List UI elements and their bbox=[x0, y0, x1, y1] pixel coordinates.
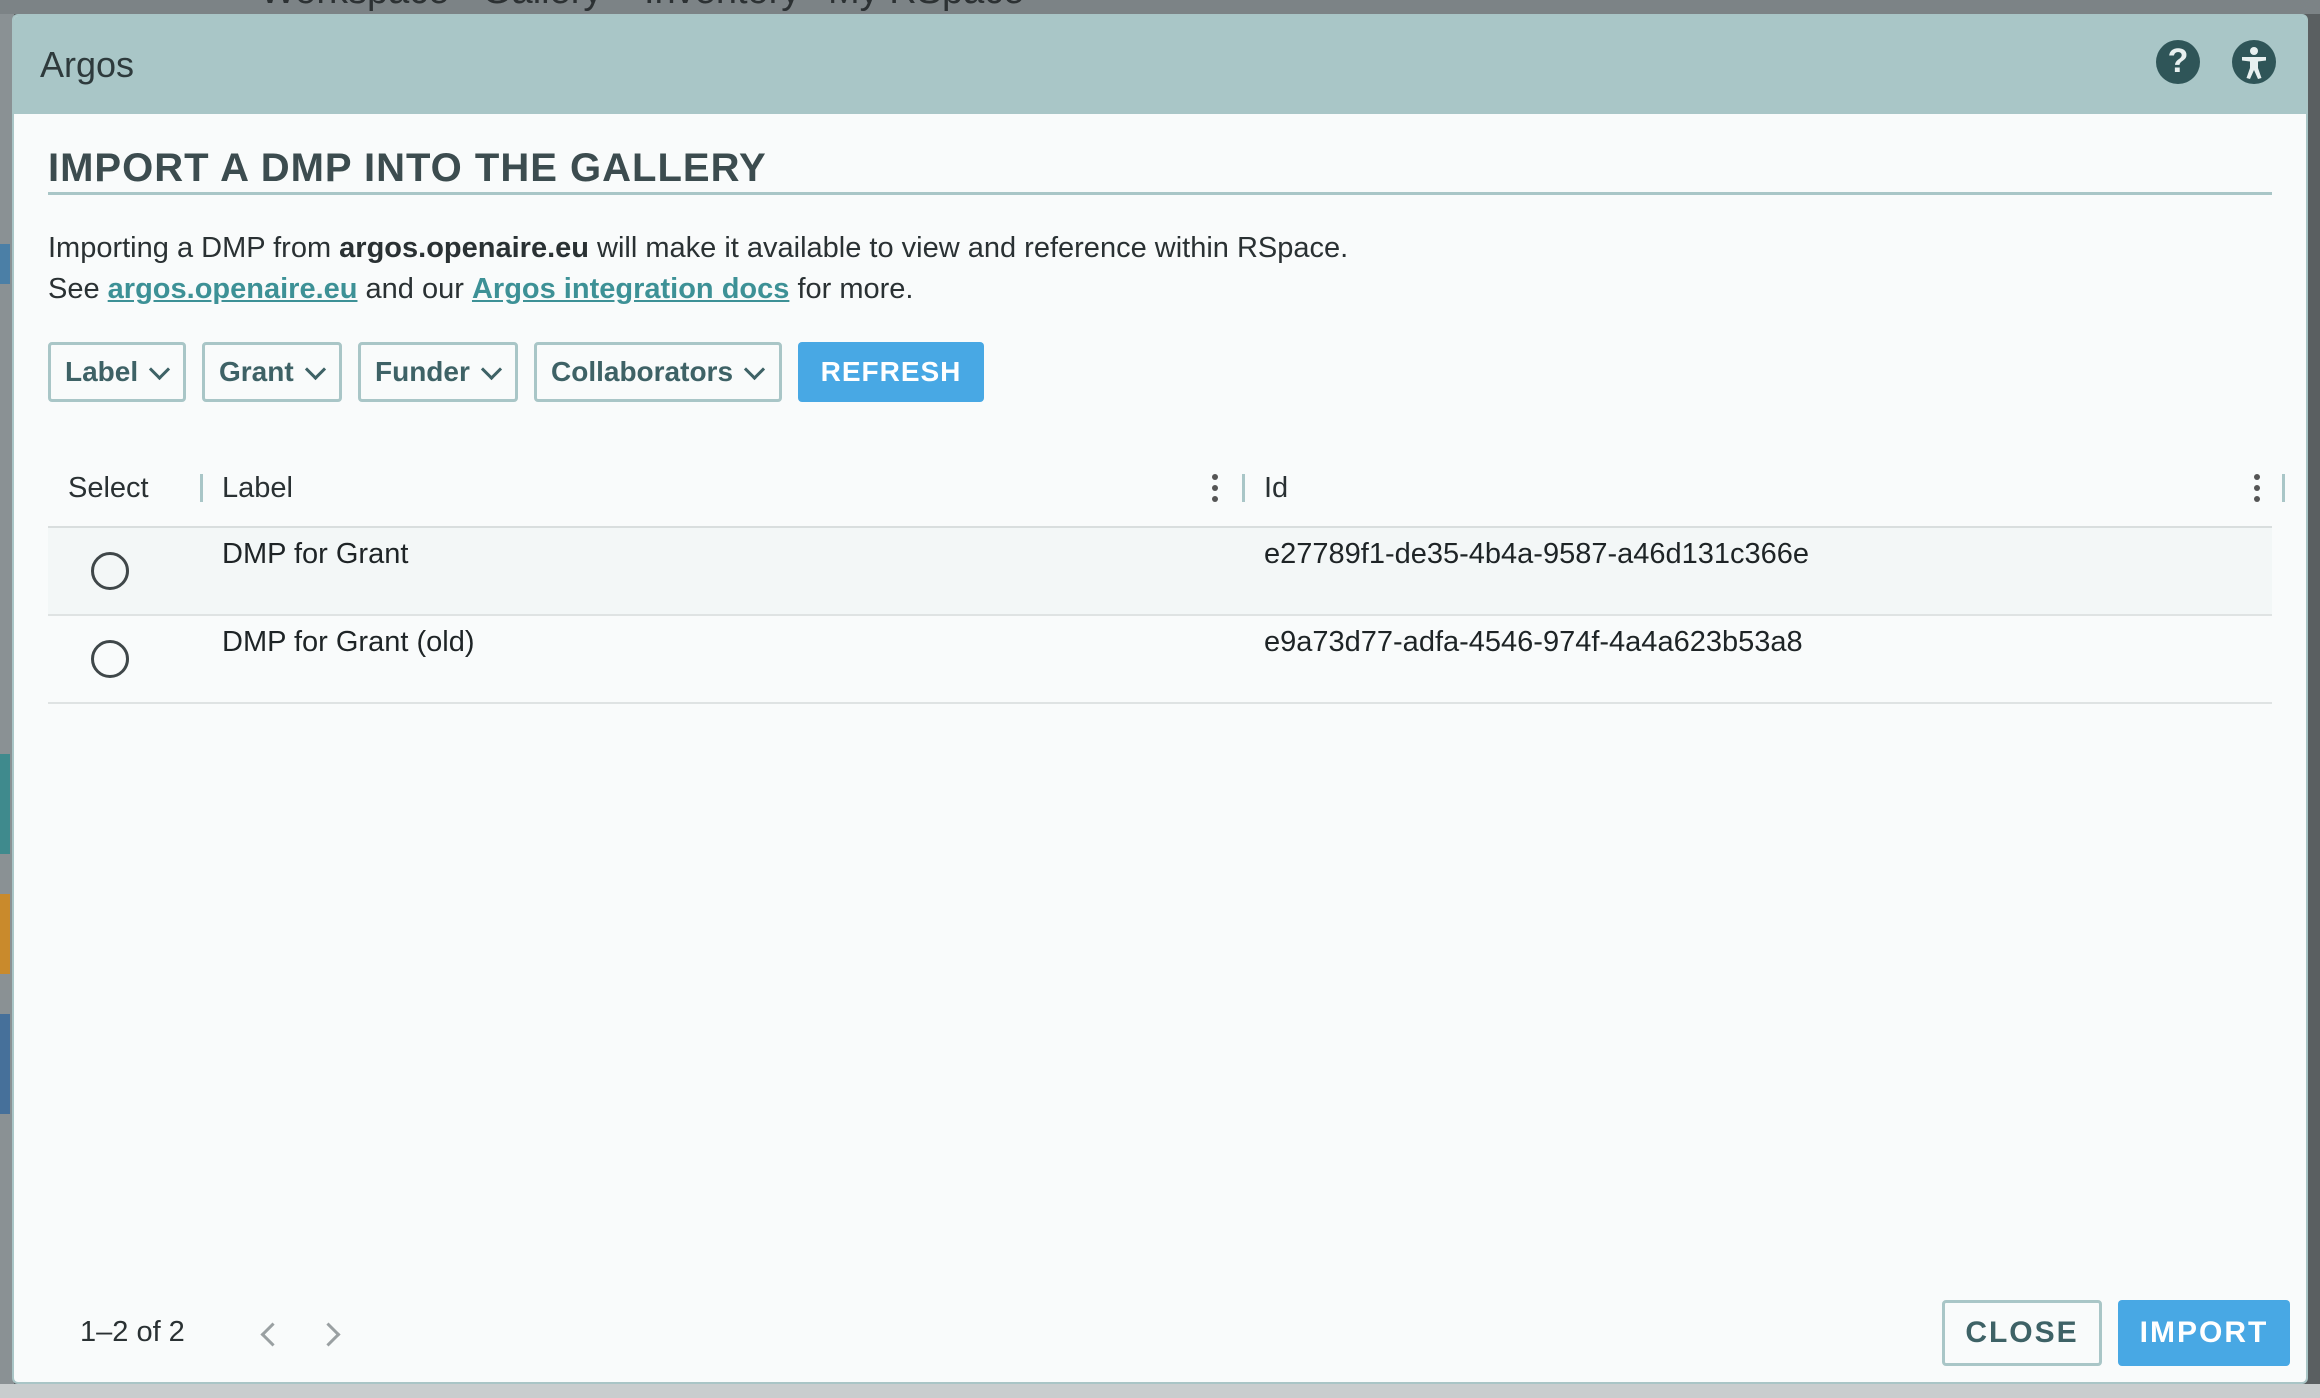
filter-grant-button[interactable]: Grant bbox=[202, 342, 342, 402]
refresh-button[interactable]: REFRESH bbox=[798, 342, 984, 402]
accessibility-icon[interactable] bbox=[2232, 40, 2276, 84]
chevron-down-icon bbox=[480, 358, 502, 380]
background-footer bbox=[0, 1384, 2320, 1398]
filter-collaborators-text: Collaborators bbox=[551, 356, 734, 387]
argos-docs-link[interactable]: Argos integration docs bbox=[472, 273, 789, 305]
filter-funder-button[interactable]: Funder bbox=[358, 342, 518, 402]
row-select-radio[interactable] bbox=[91, 640, 129, 678]
import-button[interactable]: IMPORT bbox=[2118, 1300, 2290, 1366]
bg-nav-workspace: Workspace bbox=[260, 0, 449, 13]
column-header-label[interactable]: Label bbox=[222, 472, 293, 505]
filter-collaborators-button[interactable]: Collaborators bbox=[534, 342, 782, 402]
argos-site-link[interactable]: argos.openaire.eu bbox=[108, 273, 358, 305]
chevron-down-icon bbox=[743, 358, 766, 380]
help-icon[interactable]: ? bbox=[2156, 40, 2200, 84]
dialog-header: Argos ? bbox=[14, 16, 2306, 114]
chevron-down-icon bbox=[304, 358, 326, 380]
bg-nav-gallery: Gallery bbox=[482, 0, 602, 13]
close-button[interactable]: CLOSE bbox=[1942, 1300, 2102, 1366]
column-header-select: Select bbox=[68, 472, 149, 504]
row-select-radio[interactable] bbox=[91, 552, 129, 590]
table-row[interactable]: DMP for Grant e27789f1-de35-4b4a-9587-a4… bbox=[48, 528, 2272, 616]
filter-grant-text: Grant bbox=[219, 356, 294, 387]
intro-text: Importing a DMP from argos.openaire.eu w… bbox=[48, 228, 1348, 310]
dmp-table: Select Label Id DMP for Grant e27789f1-d… bbox=[48, 450, 2285, 704]
argos-domain-text: argos.openaire.eu bbox=[339, 232, 589, 264]
chevron-right-icon[interactable] bbox=[316, 1322, 341, 1347]
background-nav: Workspace Gallery Inventory My RSpace bbox=[0, 0, 2320, 14]
row-id: e27789f1-de35-4b4a-9587-a46d131c366e bbox=[1264, 538, 1810, 570]
dialog-title: Argos bbox=[40, 44, 135, 85]
filter-funder-text: Funder bbox=[375, 356, 470, 387]
bg-nav-inventory: Inventory bbox=[644, 0, 800, 13]
column-header-id[interactable]: Id bbox=[1264, 472, 1288, 505]
intro-line-1: Importing a DMP from argos.openaire.eu w… bbox=[48, 232, 1349, 264]
row-id: e9a73d77-adfa-4546-974f-4a4a623b53a8 bbox=[1264, 626, 1803, 658]
filter-label-text: Label bbox=[65, 356, 139, 387]
table-header: Select Label Id bbox=[48, 450, 2285, 528]
intro-line-2: See argos.openaire.eu and our Argos inte… bbox=[48, 273, 914, 305]
argos-dialog: Argos ? IMPORT A DMP INTO THE GALLERY Im… bbox=[12, 14, 2308, 1384]
bg-nav-myrspace: My RSpace bbox=[828, 0, 1024, 13]
section-divider bbox=[48, 192, 2272, 195]
column-resize-handle[interactable] bbox=[200, 474, 203, 502]
row-label: DMP for Grant bbox=[222, 538, 409, 570]
column-menu-icon[interactable] bbox=[2254, 474, 2260, 504]
column-resize-handle[interactable] bbox=[2282, 474, 2285, 502]
column-resize-handle[interactable] bbox=[1242, 474, 1245, 502]
table-row[interactable]: DMP for Grant (old) e9a73d77-adfa-4546-9… bbox=[48, 616, 2272, 704]
chevron-down-icon bbox=[149, 358, 171, 380]
column-menu-icon[interactable] bbox=[1212, 474, 1218, 504]
chevron-left-icon[interactable] bbox=[260, 1322, 285, 1347]
pagination-status: 1–2 of 2 bbox=[80, 1316, 185, 1348]
section-title: IMPORT A DMP INTO THE GALLERY bbox=[48, 146, 767, 190]
filter-label-button[interactable]: Label bbox=[48, 342, 186, 402]
row-label: DMP for Grant (old) bbox=[222, 626, 475, 658]
